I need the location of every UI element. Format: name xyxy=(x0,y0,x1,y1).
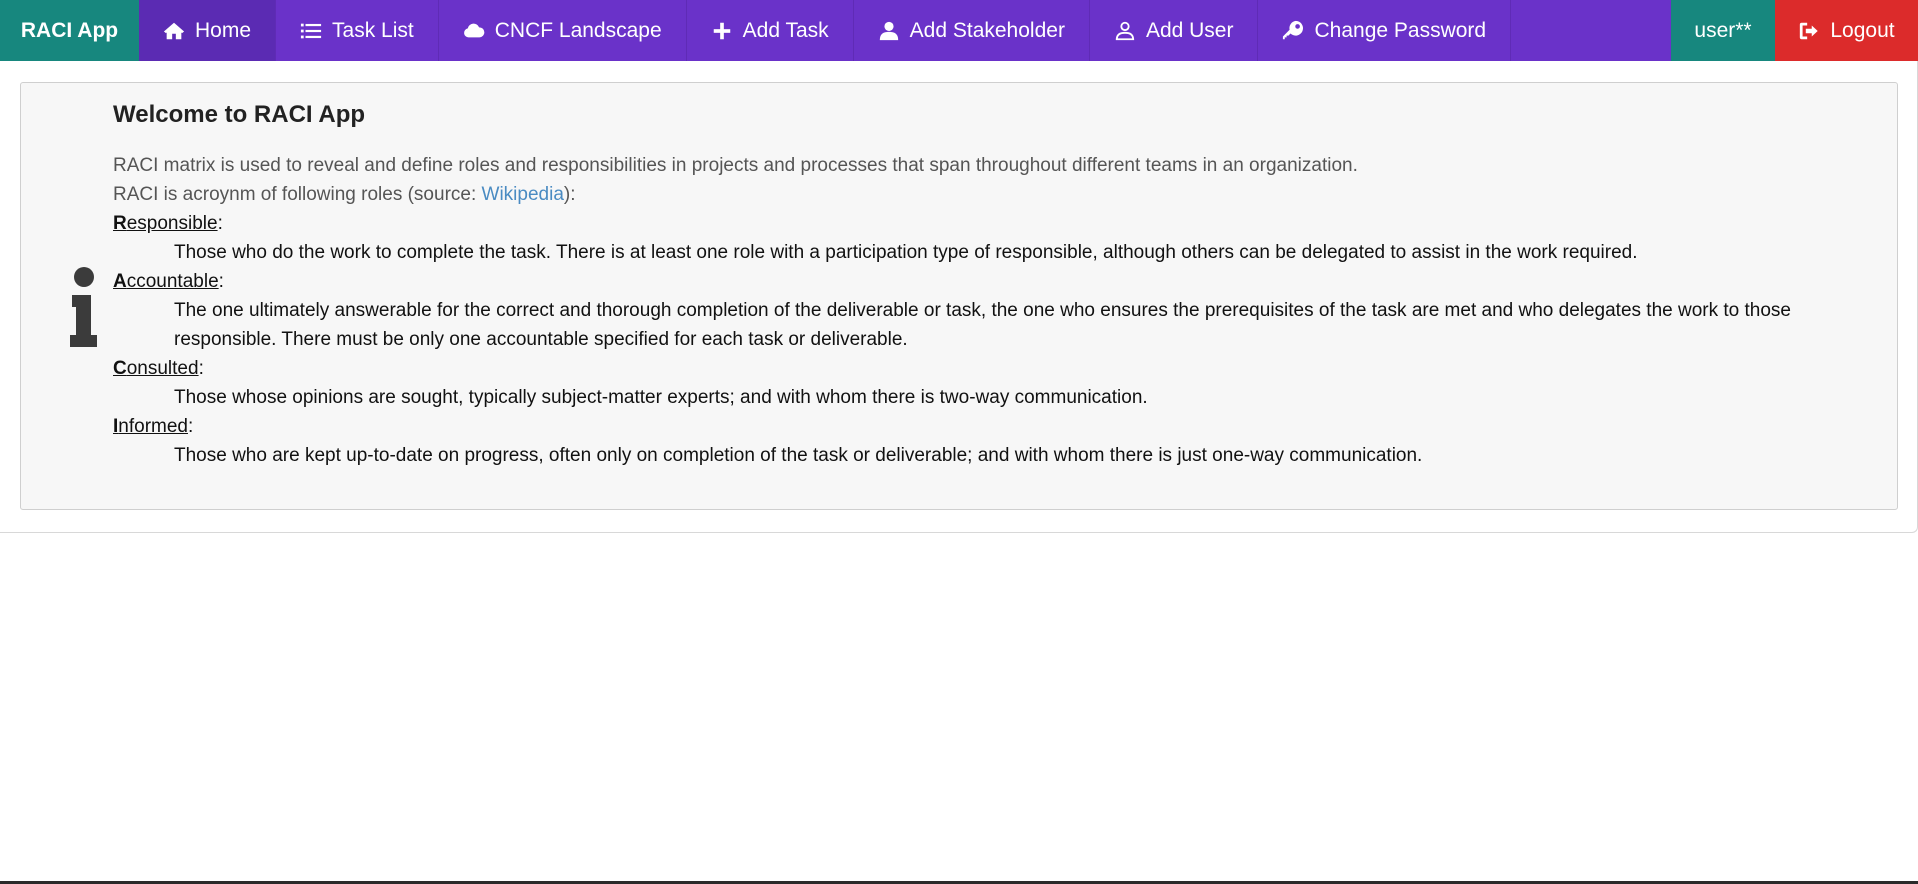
top-navbar: RACI App Home Task List CNCF Landscape A… xyxy=(0,0,1918,61)
role-colon: : xyxy=(217,213,223,234)
nav-item-label: Add User xyxy=(1145,18,1234,42)
nav-item-add-stakeholder[interactable]: Add Stakeholder xyxy=(854,0,1090,61)
plus-icon xyxy=(711,20,733,42)
role-rest: esponsible xyxy=(126,213,218,234)
logout-icon xyxy=(1798,20,1820,42)
role-rest: onsulted xyxy=(126,358,199,379)
nav-item-label: Add Stakeholder xyxy=(909,18,1065,42)
nav-item-label: CNCF Landscape xyxy=(494,18,662,42)
intro-paragraph-2: RACI is acroynm of following roles (sour… xyxy=(113,180,1867,209)
page-title: Welcome to RACI App xyxy=(113,101,366,128)
role-term-consulted: Consulted: xyxy=(113,354,1867,383)
welcome-info-panel: Welcome to RACI App RACI matrix is used … xyxy=(20,82,1898,510)
nav-item-add-task[interactable]: Add Task xyxy=(687,0,854,61)
cloud-icon xyxy=(463,20,485,42)
nav-item-label: Change Password xyxy=(1314,18,1487,42)
user-outline-icon xyxy=(1114,20,1136,42)
nav-right: user** Logout xyxy=(1671,0,1918,61)
nav-item-label: Task List xyxy=(332,18,414,42)
wikipedia-link[interactable]: Wikipedia xyxy=(482,184,564,205)
role-colon: : xyxy=(218,271,224,292)
list-icon xyxy=(300,20,322,42)
role-initial: C xyxy=(113,358,127,379)
home-icon xyxy=(163,20,185,42)
role-initial: R xyxy=(113,213,127,234)
role-desc-consulted: Those whose opinions are sought, typical… xyxy=(174,387,1148,408)
nav-items: Home Task List CNCF Landscape Add Task A… xyxy=(139,0,1512,61)
role-initial: A xyxy=(113,271,127,292)
info-body: Welcome to RACI App RACI matrix is used … xyxy=(113,101,1867,470)
brand-link[interactable]: RACI App xyxy=(0,0,139,61)
logout-label: Logout xyxy=(1830,18,1895,42)
intro-paragraph-1: RACI matrix is used to reveal and define… xyxy=(113,155,1358,176)
nav-item-add-user[interactable]: Add User xyxy=(1090,0,1259,61)
info-icon xyxy=(49,263,119,353)
nav-item-change-password[interactable]: Change Password xyxy=(1258,0,1512,61)
key-icon xyxy=(1282,20,1304,42)
nav-item-home[interactable]: Home xyxy=(139,0,277,61)
role-desc-informed: Those who are kept up-to-date on progres… xyxy=(174,445,1423,466)
role-colon: : xyxy=(198,358,204,379)
intro-prefix: RACI is acroynm of following roles (sour… xyxy=(113,184,482,205)
role-rest: ccountable xyxy=(126,271,219,292)
role-term-informed: Informed: xyxy=(113,412,1867,441)
nav-item-label: Home xyxy=(195,18,252,42)
user-icon xyxy=(878,20,900,42)
role-desc-accountable: The one ultimately answerable for the co… xyxy=(174,300,1791,350)
role-term-accountable: Accountable: xyxy=(113,267,1867,296)
logout-button[interactable]: Logout xyxy=(1775,0,1918,61)
intro-suffix: ): xyxy=(563,184,576,205)
user-menu[interactable]: user** xyxy=(1671,0,1775,61)
nav-item-label: Add Task xyxy=(742,18,829,42)
role-desc-responsible: Those who do the work to complete the ta… xyxy=(174,242,1638,263)
role-rest: nformed xyxy=(118,416,188,437)
nav-item-cncf-landscape[interactable]: CNCF Landscape xyxy=(439,0,687,61)
role-colon: : xyxy=(187,416,194,437)
role-term-responsible: Responsible: xyxy=(113,209,1867,238)
nav-item-task-list[interactable]: Task List xyxy=(276,0,439,61)
content-container: Welcome to RACI App RACI matrix is used … xyxy=(0,61,1918,533)
